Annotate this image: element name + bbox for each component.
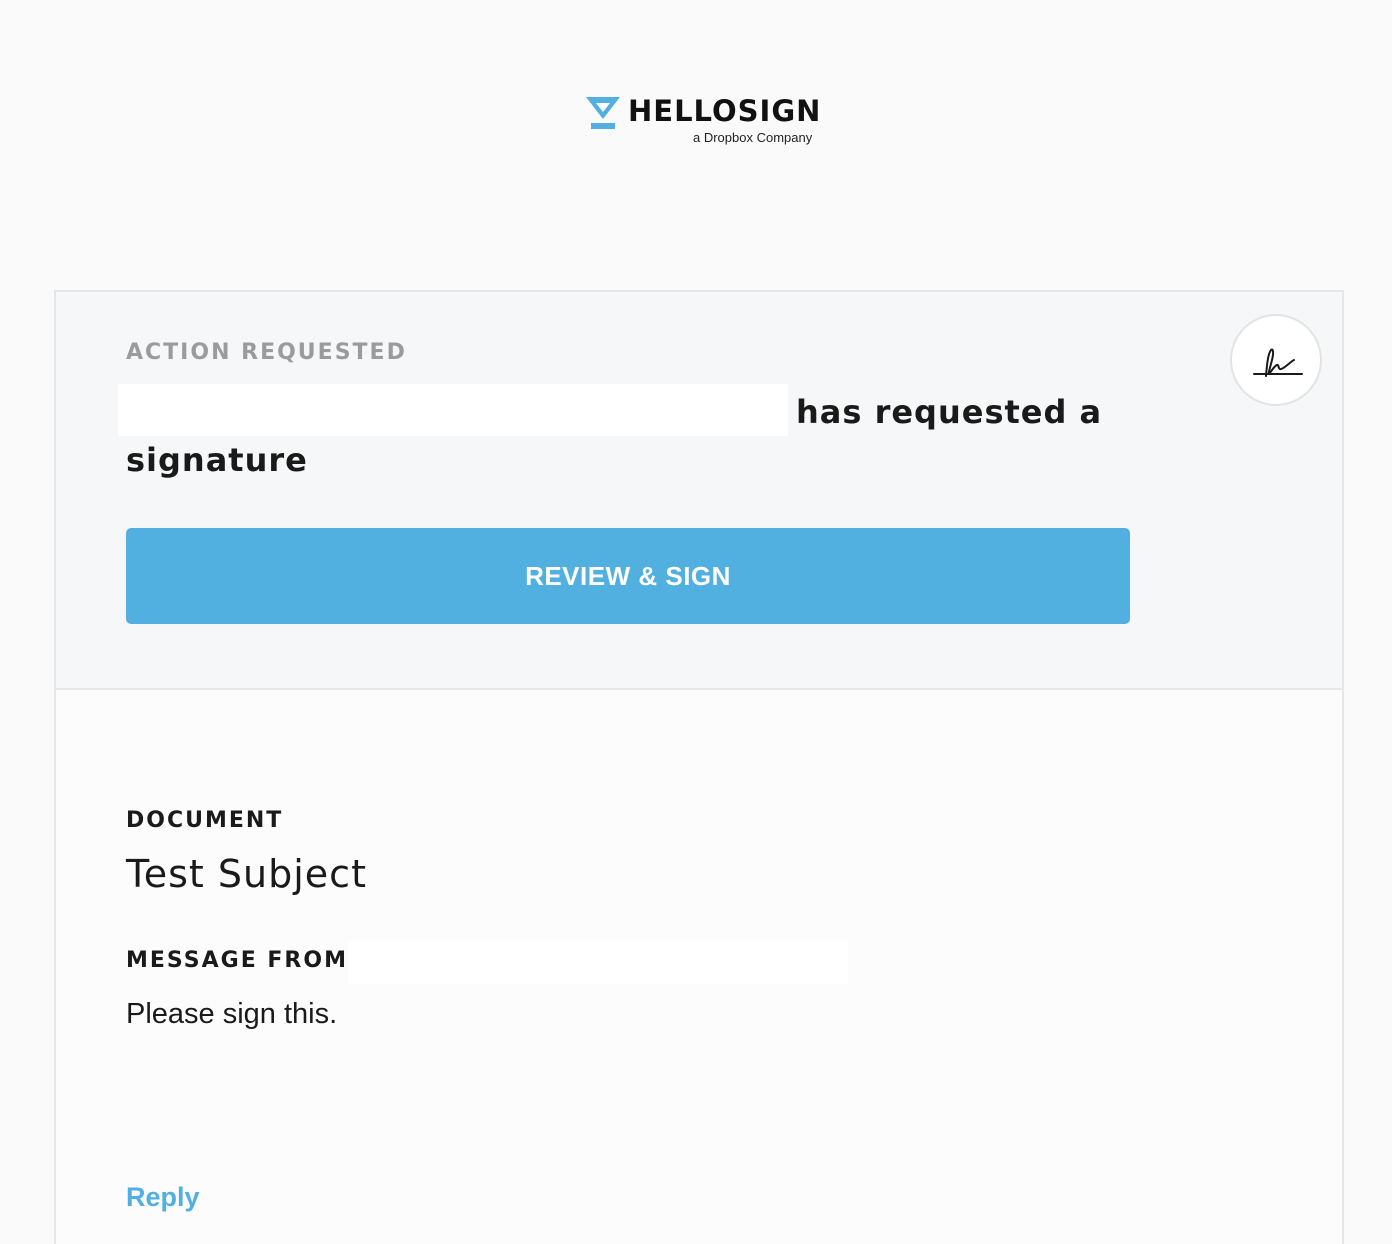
document-label: DOCUMENT [126, 808, 284, 833]
signature-request-card: ACTION REQUESTED has requested a signatu… [54, 290, 1344, 1244]
signature-badge [1230, 314, 1322, 406]
review-and-sign-button[interactable]: REVIEW & SIGN [126, 528, 1130, 624]
brand-tagline: a Dropbox Company [693, 130, 813, 145]
redacted-message-sender [348, 942, 848, 984]
action-requested-label: ACTION REQUESTED [126, 340, 407, 365]
reply-link[interactable]: Reply [126, 1182, 200, 1213]
redacted-sender-name [118, 384, 788, 436]
document-title: Test Subject [126, 852, 367, 896]
action-section: ACTION REQUESTED has requested a signatu… [56, 292, 1342, 690]
email-page: HELLOSIGN a Dropbox Company ACTION REQUE… [0, 0, 1392, 1244]
signature-icon [1253, 348, 1303, 377]
hellosign-logo-icon [586, 97, 620, 129]
brand-name: HELLOSIGN [628, 94, 822, 128]
message-from-label: MESSAGE FROM [126, 948, 348, 973]
hellosign-logo: HELLOSIGN a Dropbox Company [585, 93, 825, 153]
message-body: Please sign this. [126, 998, 338, 1030]
